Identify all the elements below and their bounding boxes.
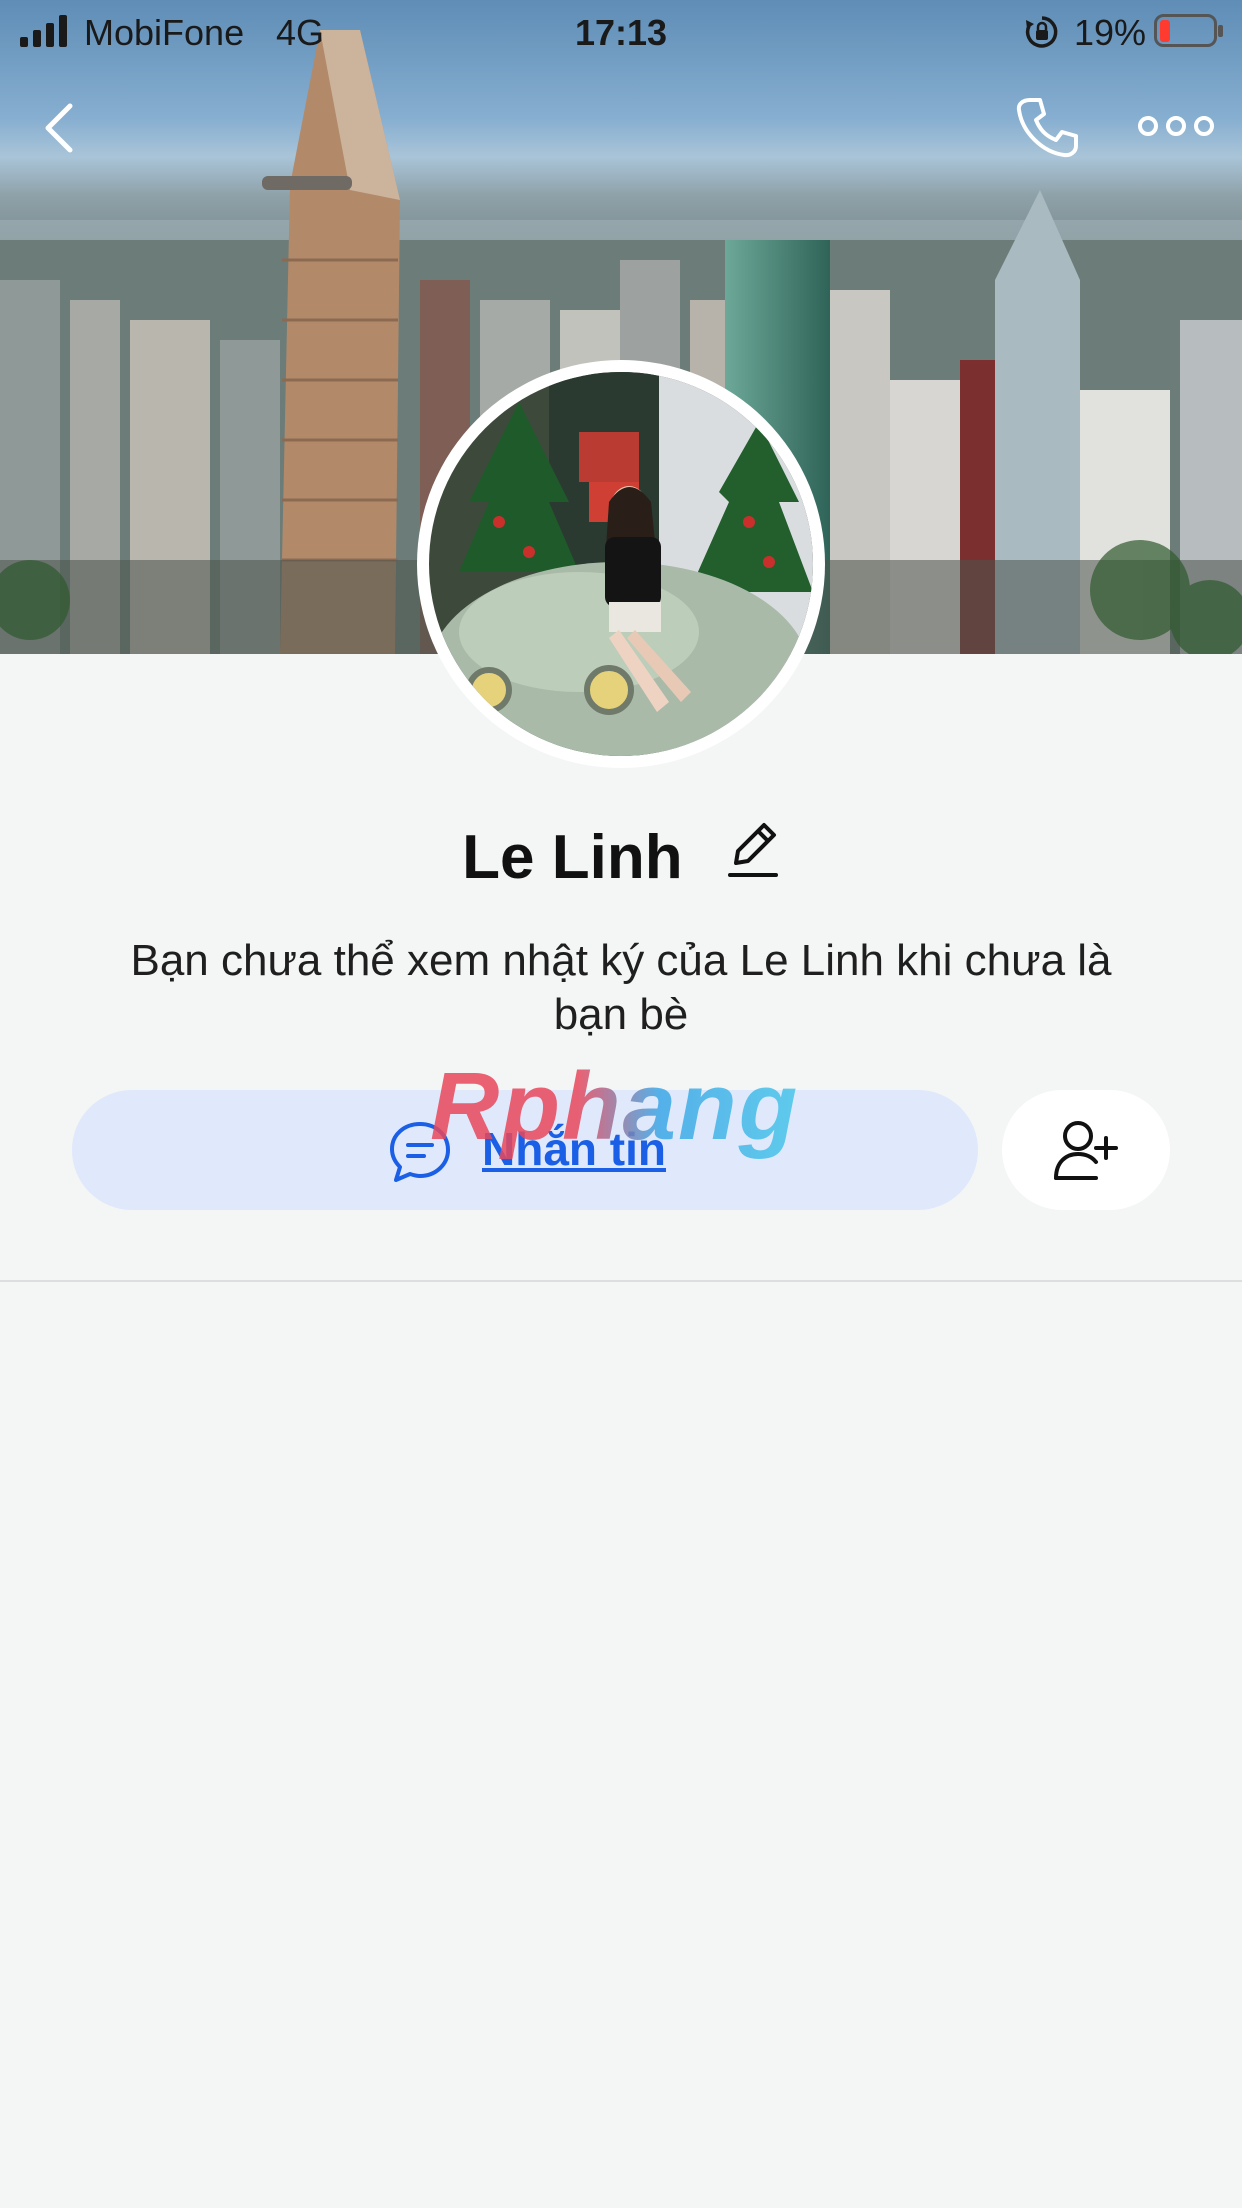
edit-name-button[interactable] [726,819,780,896]
back-button[interactable] [30,96,94,160]
profile-name-row: Le Linh [0,818,1242,896]
battery-percent: 19% [1074,12,1147,53]
watermark-logo: Rphang [430,1053,800,1160]
more-options-button[interactable] [1138,104,1214,148]
pencil-icon [727,823,778,878]
avatar-photo [429,372,813,756]
avatar[interactable] [417,360,825,768]
profile-screen: MobiFone 4G 17:13 19% Le Linh Bạn chưa t… [0,0,1242,2208]
profile-name: Le Linh [462,823,683,893]
status-bar: MobiFone 4G 17:13 19% [0,0,1242,62]
orientation-lock-icon [1024,14,1060,59]
phone-icon [1016,98,1078,158]
more-dots-icon [1138,116,1214,136]
battery-icon [1154,14,1224,57]
add-friend-icon [1054,1121,1118,1180]
friendship-notice: Bạn chưa thể xem nhật ký của Le Linh khi… [130,936,1112,1039]
chevron-left-icon [45,103,73,153]
divider [0,1280,1242,1282]
add-friend-button[interactable] [1002,1090,1170,1210]
call-button[interactable] [1010,92,1082,164]
